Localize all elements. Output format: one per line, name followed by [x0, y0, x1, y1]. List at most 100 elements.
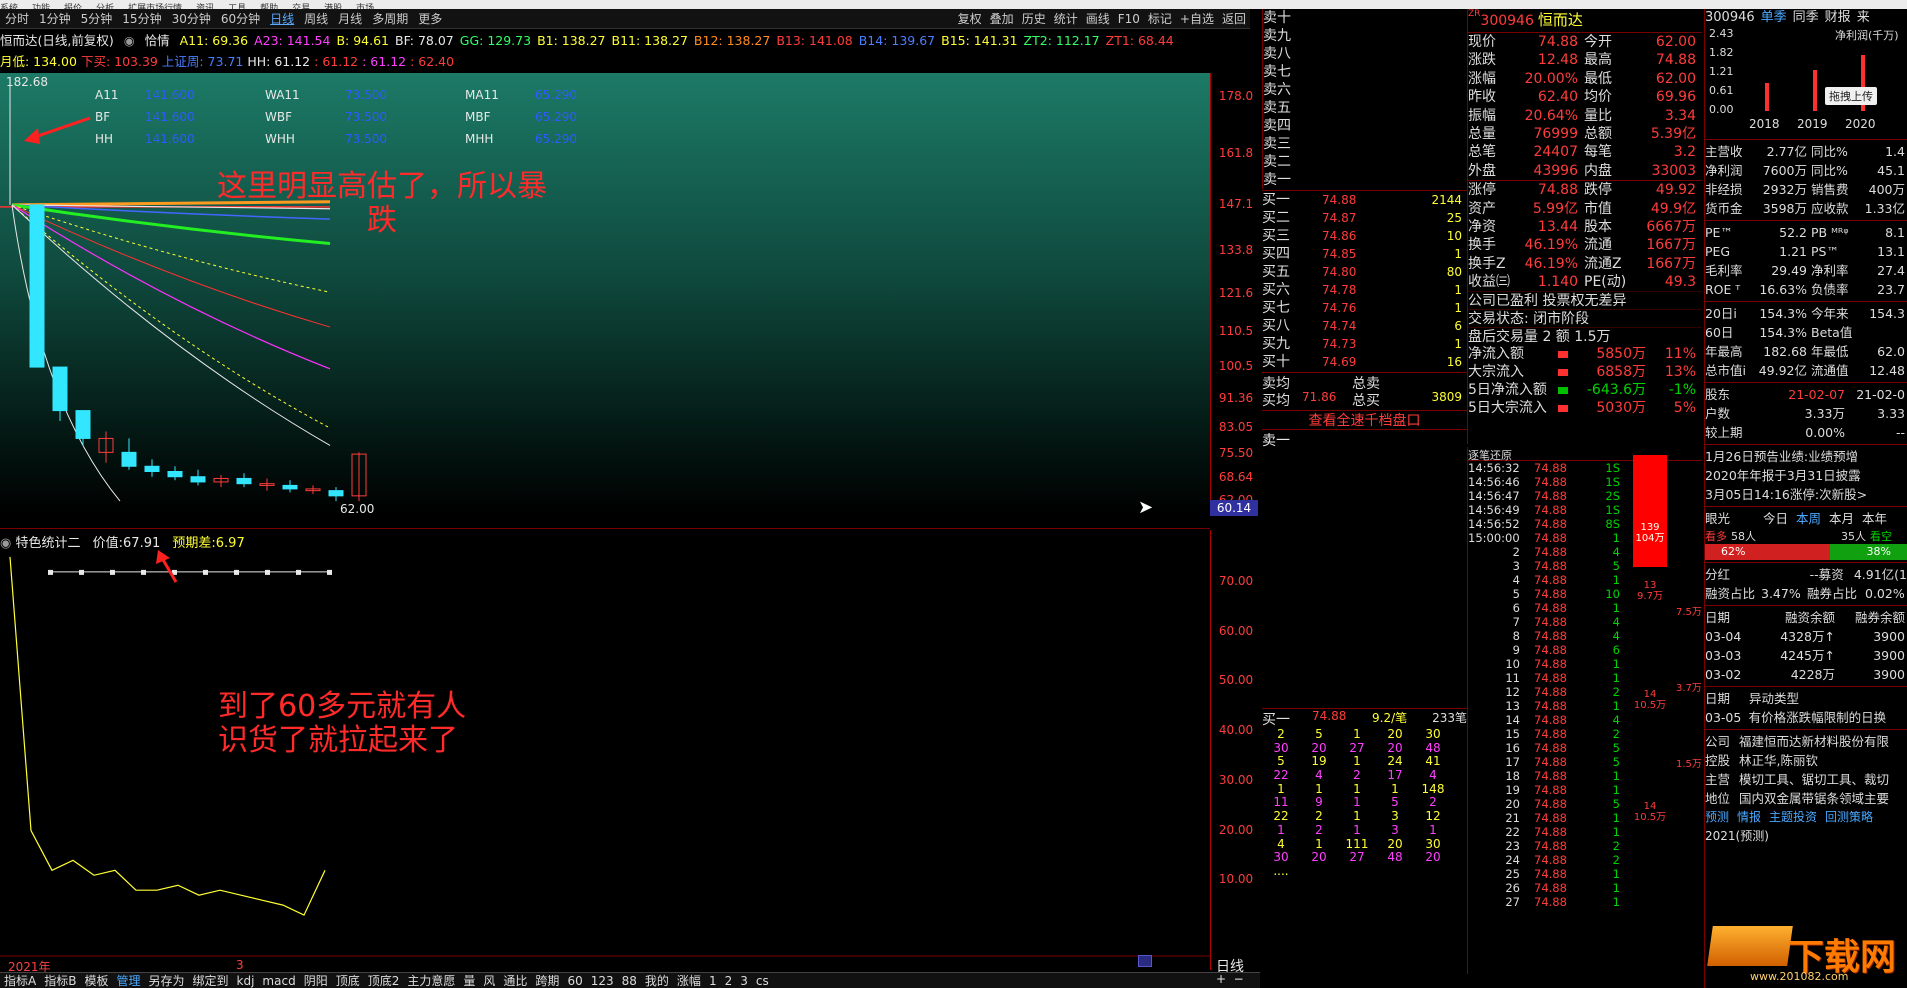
vote-tab[interactable]: 本周 — [1796, 509, 1821, 528]
tool-button[interactable]: 复权 — [954, 9, 986, 29]
indicator-tab[interactable]: 指标A — [0, 973, 40, 988]
period-tab-30分钟[interactable]: 30分钟 — [167, 9, 216, 29]
indicator-tab[interactable]: 2 — [721, 973, 737, 988]
fin-value: 1.4 — [1885, 144, 1905, 159]
tick-vol: 6 — [1612, 643, 1620, 657]
fin-value: 29.49 — [1771, 263, 1807, 278]
queue-cell: 20 — [1311, 740, 1327, 755]
sub-indicator-chart[interactable] — [0, 552, 1210, 970]
tool-button[interactable]: 标记 — [1144, 9, 1176, 29]
fin-tab[interactable]: 同季 — [1793, 9, 1819, 27]
vote-label: 眼光 — [1705, 511, 1731, 526]
period-tab-分时[interactable]: 分时 — [0, 9, 34, 29]
tool-button[interactable]: F10 — [1114, 9, 1144, 29]
price-tick: 68.64 — [1218, 469, 1254, 484]
collapse-icon[interactable]: ◉ — [0, 536, 11, 551]
indicator-tab[interactable]: 60 — [563, 973, 586, 988]
footer-link[interactable]: 主题投资 — [1769, 808, 1817, 827]
current-price-tag: 60.14 — [1210, 500, 1258, 516]
tool-button[interactable]: 返回 — [1218, 9, 1250, 29]
holder-label: 户数 — [1705, 406, 1731, 421]
section-divider — [1705, 562, 1907, 563]
tool-button[interactable]: +自选 — [1176, 9, 1218, 29]
ma-cell: 73.500 — [345, 88, 387, 102]
period-tab-60分钟[interactable]: 60分钟 — [216, 9, 265, 29]
news-item[interactable]: 1月26日预告业绩:业绩预增 — [1705, 447, 1907, 466]
footer-link[interactable]: 回测策略 — [1825, 808, 1873, 827]
period-tab-月线[interactable]: 月线 — [333, 9, 367, 29]
indicator-tab[interactable]: 跨期 — [531, 973, 563, 988]
tick-price: 74.88 — [1534, 601, 1567, 615]
indicator-value: : 61.12 — [314, 54, 359, 69]
period-tab-多周期[interactable]: 多周期 — [367, 9, 413, 29]
indicator-tab[interactable]: 风 — [479, 973, 499, 988]
indicator-tab[interactable]: cs — [752, 973, 773, 988]
fin-tab[interactable]: 财报 — [1825, 9, 1851, 27]
news-item[interactable]: 2020年年报于3月31日披露 — [1705, 466, 1907, 485]
news-item[interactable]: 3月05日14:16涨停:次新股> — [1705, 485, 1907, 504]
tick-vol: 2 — [1612, 685, 1620, 699]
indicator-tab[interactable]: 涨幅 — [673, 973, 705, 988]
indicator-tab[interactable]: 顶底 — [332, 973, 364, 988]
fin-label: 净利润 — [1705, 163, 1743, 178]
indicator-tab[interactable]: 量 — [459, 973, 479, 988]
indicator-tab[interactable]: 管理 — [112, 973, 144, 988]
fin-tab[interactable]: 来 — [1857, 9, 1870, 27]
ma-cell: 65.290 — [535, 88, 577, 102]
indicator-tab[interactable]: macd — [258, 973, 299, 988]
indicator-tab[interactable]: 123 — [587, 973, 618, 988]
queue-cell: 17 — [1387, 768, 1403, 783]
period-tab-更多[interactable]: 更多 — [413, 9, 447, 29]
price-tick: 100.5 — [1218, 359, 1254, 374]
tool-button[interactable]: 叠加 — [986, 9, 1018, 29]
sub-indicator-title[interactable]: 特色统计二 — [15, 536, 80, 551]
mode-toggle-icon[interactable]: ◉ — [124, 33, 135, 48]
indicator-tab[interactable]: 3 — [736, 973, 752, 988]
tool-button[interactable]: 历史 — [1018, 9, 1050, 29]
stock-title[interactable]: 恒而达(日线,前复权) — [0, 33, 114, 48]
sub-tick: 50.00 — [1218, 673, 1254, 688]
quote-row: 现价 74.88 今开 62.00 — [1468, 33, 1702, 51]
margin-hdr-cell: 日期 — [1705, 610, 1731, 625]
indicator-tab[interactable]: 绑定到 — [189, 973, 233, 988]
candle-body — [52, 366, 68, 412]
view-full-book-link[interactable]: 查看全速千档盘口 — [1262, 410, 1467, 430]
indicator-tab[interactable]: 主力意愿 — [403, 973, 459, 988]
zoom-buttons[interactable]: + − — [1216, 972, 1244, 986]
period-tab-15分钟[interactable]: 15分钟 — [117, 9, 166, 29]
fin-value: 1.33亿 — [1864, 201, 1905, 216]
indicator-tab[interactable]: 顶底2 — [364, 973, 404, 988]
tool-button[interactable]: 画线 — [1082, 9, 1114, 29]
stock-code[interactable]: 300946 — [1480, 13, 1533, 29]
tick-vol: 4 — [1612, 713, 1620, 727]
indicator-tab[interactable]: 另存为 — [144, 973, 188, 988]
flow-label: 大宗流入 — [1468, 364, 1524, 381]
stock-name[interactable]: 恒而达 — [1538, 11, 1583, 29]
indicator-tab[interactable]: 通比 — [499, 973, 531, 988]
tool-button[interactable]: 统计 — [1050, 9, 1082, 29]
period-tab-1分钟[interactable]: 1分钟 — [34, 9, 76, 29]
indicator-tab[interactable]: 模板 — [80, 973, 112, 988]
scroll-handle[interactable] — [1138, 955, 1152, 967]
indicator-tab[interactable]: 我的 — [641, 973, 673, 988]
quote-label: 换手Z — [1468, 255, 1506, 272]
indicator-tab[interactable]: 指标B — [40, 973, 80, 988]
vote-tab[interactable]: 今日 — [1763, 509, 1788, 528]
mode-label[interactable]: 恰情 — [145, 33, 170, 48]
indicator-tab[interactable]: 88 — [618, 973, 641, 988]
footer-link[interactable]: 预测 — [1705, 808, 1729, 827]
vote-tab[interactable]: 本月 — [1829, 509, 1854, 528]
upload-badge[interactable]: 拖拽上传 — [1825, 87, 1877, 105]
profit-year: 2019 — [1797, 117, 1828, 131]
sell-level-label: 卖六 — [1263, 82, 1291, 98]
footer-link[interactable]: 情报 — [1737, 808, 1761, 827]
indicator-tab[interactable]: kdj — [233, 973, 259, 988]
vote-tab[interactable]: 本年 — [1862, 509, 1887, 528]
fin-tab[interactable]: 单季 — [1761, 9, 1787, 27]
period-tab-周线[interactable]: 周线 — [299, 9, 333, 29]
period-tab-日线[interactable]: 日线 — [265, 9, 299, 29]
period-tab-5分钟[interactable]: 5分钟 — [76, 9, 118, 29]
indicator-tab[interactable]: 阴阳 — [300, 973, 332, 988]
candle-body — [144, 465, 160, 472]
indicator-tab[interactable]: 1 — [705, 973, 721, 988]
